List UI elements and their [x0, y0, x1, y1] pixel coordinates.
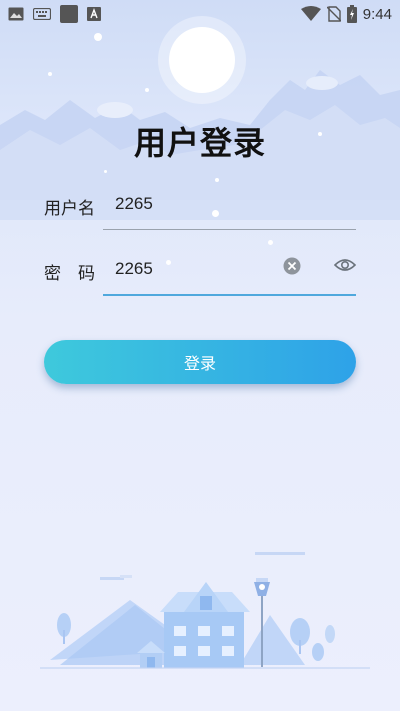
keyboard-icon — [33, 8, 51, 20]
password-row: 密 码 2265 — [0, 247, 400, 297]
password-label: 密 码 — [44, 264, 95, 284]
status-time: 9:44 — [362, 5, 392, 23]
snowflake — [48, 72, 52, 76]
font-a-icon — [87, 7, 101, 21]
wifi-icon — [300, 6, 321, 21]
snowflake — [104, 170, 107, 173]
status-bar: 9:44 — [0, 0, 400, 28]
password-underline — [103, 294, 356, 296]
login-button-label: 登录 — [183, 354, 216, 373]
eye-icon[interactable] — [334, 256, 356, 274]
username-input[interactable]: 2265 — [115, 194, 153, 214]
page-title: 用户登录 — [133, 124, 266, 162]
snowflake — [268, 240, 273, 245]
clear-icon[interactable] — [283, 257, 301, 275]
image-icon — [8, 7, 24, 21]
battery-charging-icon — [346, 5, 357, 23]
no-sim-icon — [326, 6, 341, 22]
username-underline — [103, 229, 356, 230]
app-square-icon — [60, 5, 78, 23]
snowflake — [94, 33, 102, 41]
password-input[interactable]: 2265 — [115, 259, 153, 279]
snowflake — [145, 88, 149, 92]
login-button[interactable]: 登录 — [44, 340, 356, 384]
username-row: 用户名 2265 — [0, 182, 400, 232]
username-label: 用户名 — [44, 199, 95, 219]
